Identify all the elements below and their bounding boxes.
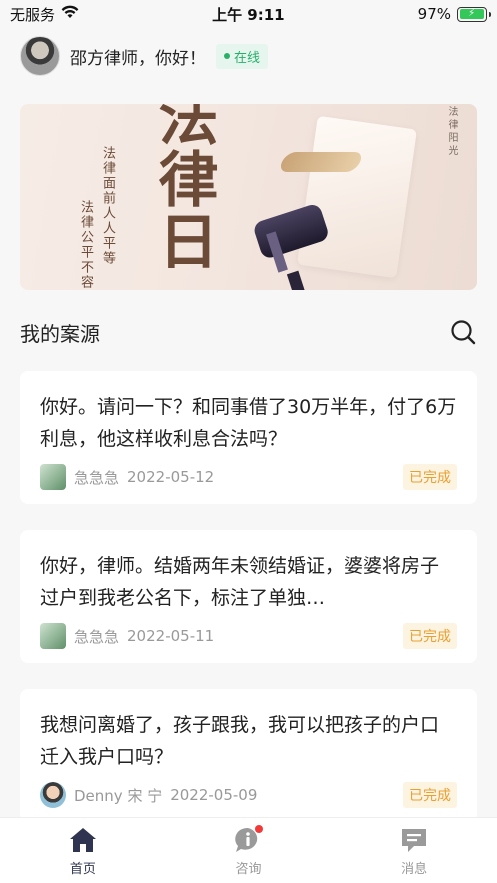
carrier-label: 无服务 (10, 5, 56, 24)
case-user-name: 急急急 (74, 627, 120, 646)
case-user-name: Denny 宋 宁 (74, 786, 163, 805)
promo-banner[interactable]: 法律日 法律面前人人平等 法律公平不容 法律阳光 (20, 104, 477, 290)
case-author: 急急急 2022-05-12 (40, 464, 214, 490)
case-date: 2022-05-09 (170, 786, 258, 804)
case-question: 我想问离婚了，孩子跟我，我可以把孩子的户口迁入我户口吗？ (40, 714, 440, 768)
user-avatar (40, 782, 66, 808)
case-card[interactable]: 你好，律师。结婚两年未领结婚证，婆婆将房子过户到我老公名下，标注了单独… 急急急… (20, 530, 477, 663)
case-question: 你好，律师。结婚两年未领结婚证，婆婆将房子过户到我老公名下，标注了单独… (40, 555, 440, 609)
message-icon (399, 826, 429, 854)
tab-consult[interactable]: 咨询 (188, 825, 308, 877)
charging-bolt-icon: ⚡ (468, 8, 476, 19)
banner-headline: 法律日 (148, 104, 218, 272)
bottom-tab-bar: 首页 咨询 消息 (0, 817, 497, 883)
banner-paper-graphic (297, 115, 417, 279)
search-icon[interactable] (449, 318, 477, 346)
case-author: Denny 宋 宁 2022-05-09 (40, 782, 257, 808)
case-date: 2022-05-12 (127, 468, 215, 486)
status-bar: 无服务 上午 9:11 97% ⚡ (0, 0, 497, 28)
case-question: 你好。请问一下？和同事借了30万半年，付了6万利息，他这样收利息合法吗？ (40, 396, 457, 450)
case-meta: 急急急 2022-05-11 已完成 (40, 623, 457, 649)
user-avatar (40, 464, 66, 490)
home-icon (68, 826, 98, 854)
case-card[interactable]: 我想问离婚了，孩子跟我，我可以把孩子的户口迁入我户口吗？ Denny 宋 宁 2… (20, 689, 477, 822)
banner-side-text: 法律阳光 (446, 106, 457, 158)
case-author: 急急急 2022-05-11 (40, 623, 214, 649)
section-title: 我的案源 (20, 321, 100, 346)
case-card[interactable]: 你好。请问一下？和同事借了30万半年，付了6万利息，他这样收利息合法吗？ 急急急… (20, 371, 477, 504)
user-avatar (40, 623, 66, 649)
greeting-text: 邵方律师，你好！ (70, 48, 206, 69)
tab-messages-label: 消息 (401, 862, 428, 877)
banner-line-2: 法律公平不容 (78, 200, 93, 290)
case-user-name: 急急急 (74, 468, 120, 487)
status-time: 上午 9:11 (212, 5, 285, 24)
battery-cap (488, 11, 491, 17)
online-dot-icon (224, 53, 230, 59)
tab-home[interactable]: 首页 (23, 826, 143, 877)
online-label: 在线 (234, 50, 261, 66)
status-badge: 已完成 (403, 782, 457, 808)
avatar[interactable] (20, 36, 60, 76)
info-icon (233, 825, 264, 854)
tab-home-label: 首页 (69, 862, 96, 877)
status-left: 无服务 (10, 4, 79, 25)
battery-icon: ⚡ (457, 6, 491, 22)
status-right: 97% ⚡ (417, 5, 491, 23)
profile-header: 邵方律师，你好！ 在线 (20, 36, 269, 76)
banner-scroll-graphic (277, 152, 365, 172)
status-badge: 已完成 (403, 464, 457, 490)
status-badge: 已完成 (403, 623, 457, 649)
battery-fill: ⚡ (459, 8, 484, 19)
tab-consult-label: 咨询 (235, 862, 262, 877)
case-meta: Denny 宋 宁 2022-05-09 已完成 (40, 782, 457, 808)
online-status-badge: 在线 (216, 43, 269, 69)
tab-messages[interactable]: 消息 (354, 826, 474, 877)
banner-line-1: 法律面前人人平等 (100, 146, 115, 266)
section-header: 我的案源 (20, 314, 477, 350)
battery-percent: 97% (417, 5, 451, 23)
wifi-icon (61, 5, 79, 23)
case-date: 2022-05-11 (127, 627, 215, 645)
gavel-handle-graphic (286, 270, 306, 290)
case-meta: 急急急 2022-05-12 已完成 (40, 464, 457, 490)
